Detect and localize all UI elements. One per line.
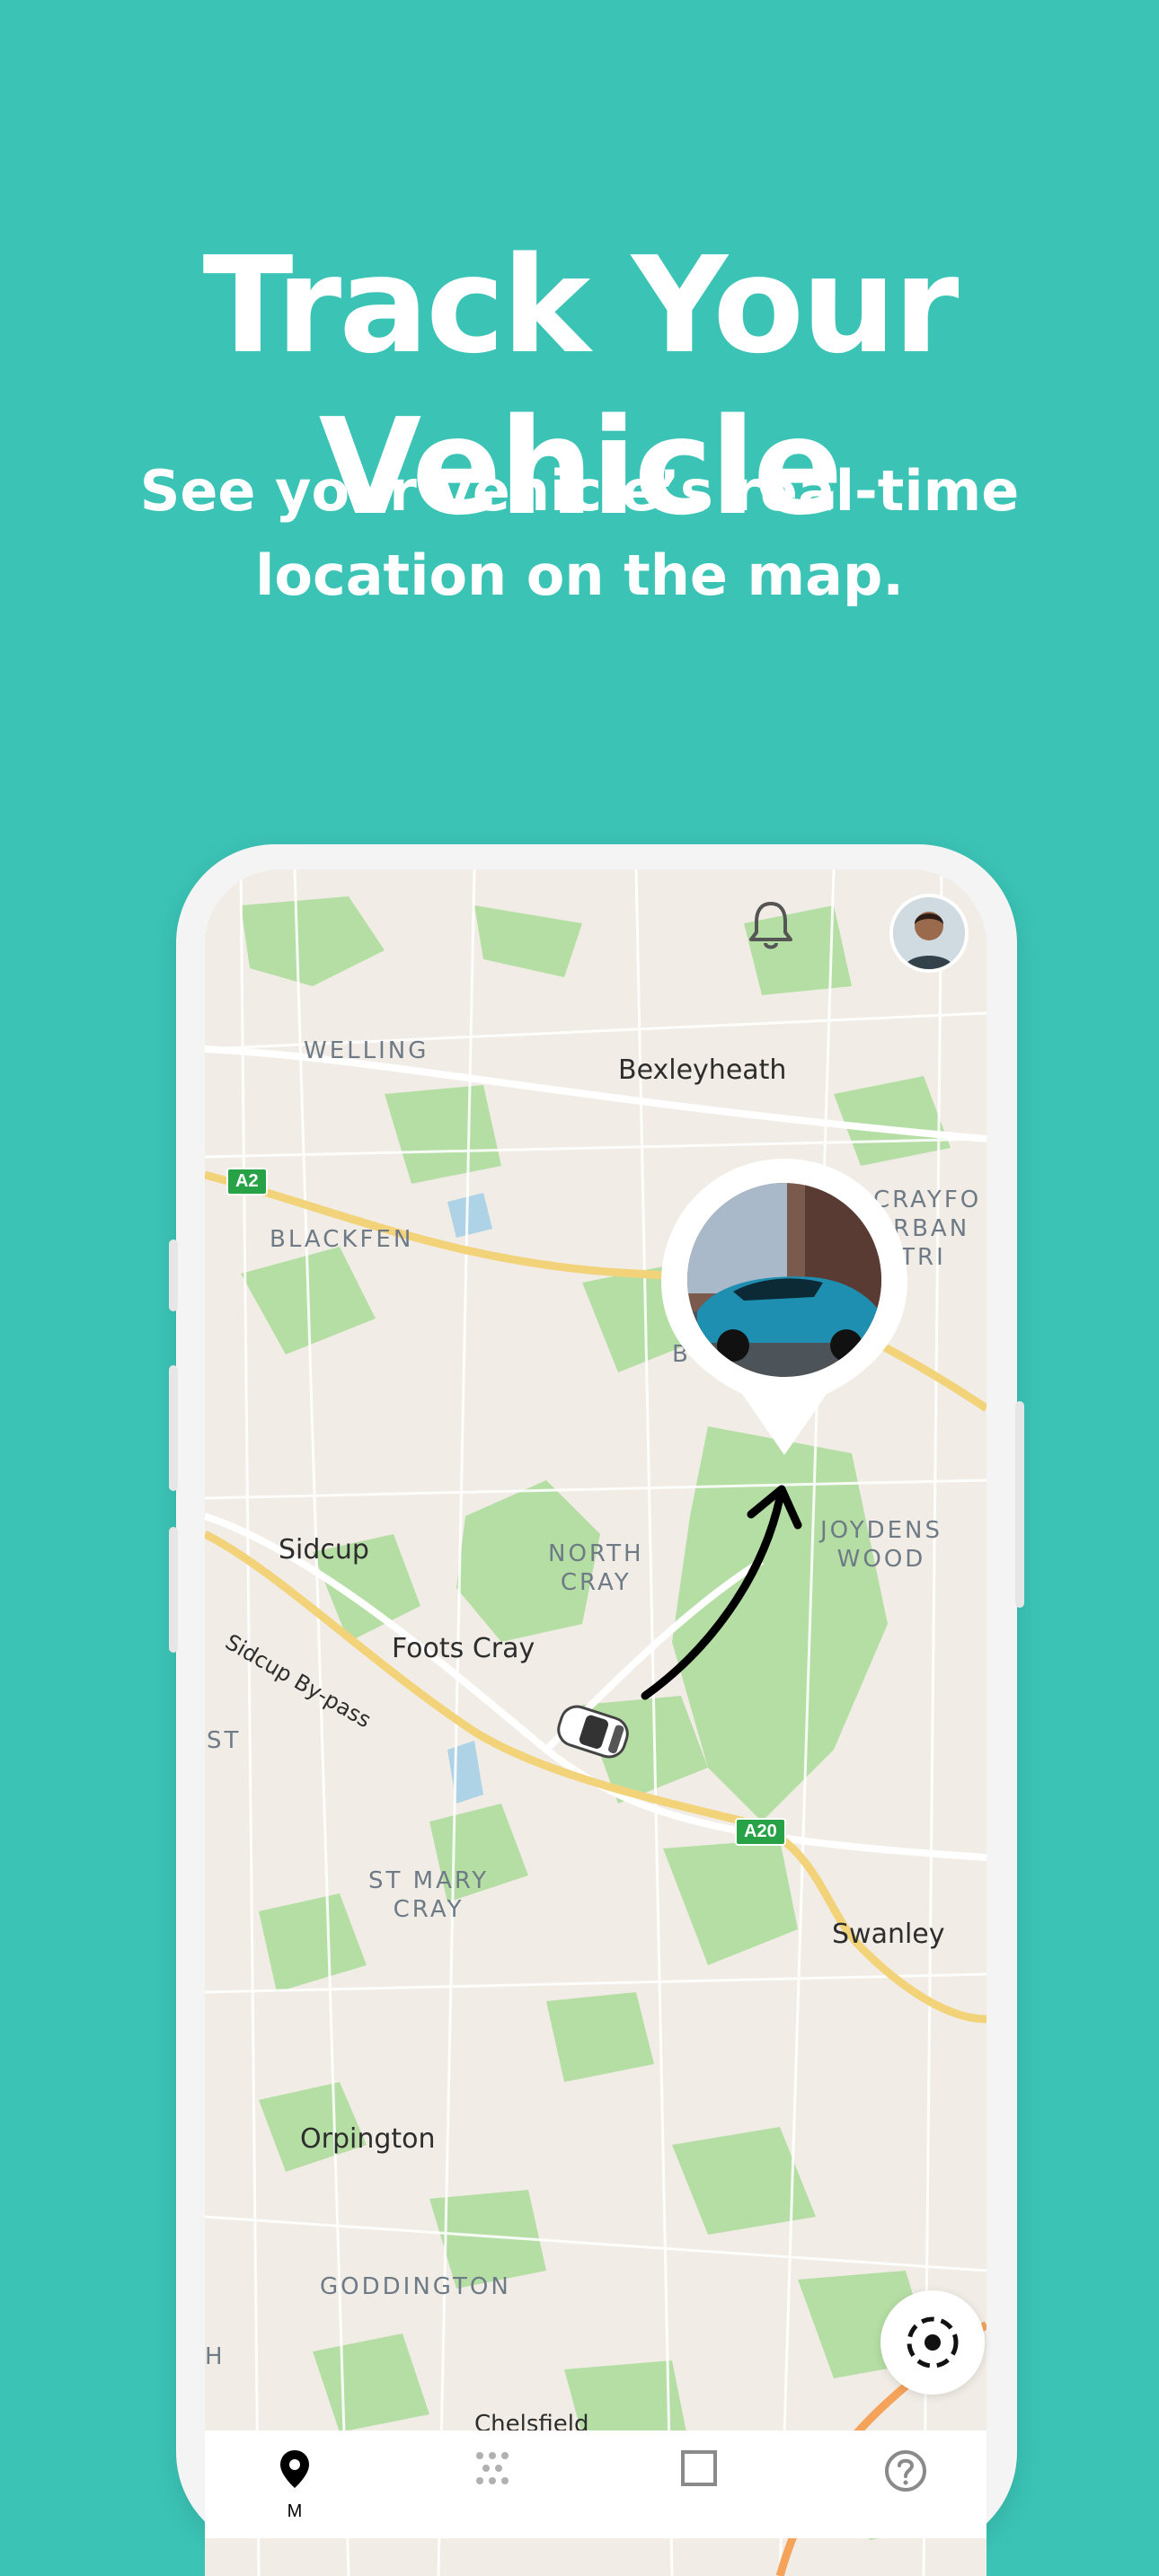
tab-grid[interactable] — [438, 2448, 546, 2492]
map-district-st-mary-cray: ST MARY CRAY — [368, 1867, 490, 1923]
grid-dots-icon — [476, 2452, 509, 2484]
map-place-orpington: Orpington — [300, 2123, 436, 2155]
tab-help[interactable] — [852, 2448, 960, 2498]
map-district-joydens-wood: JOYDENS WOOD — [820, 1517, 942, 1573]
map-pin-icon — [280, 2450, 309, 2488]
map-place-bexleyheath: Bexleyheath — [618, 1054, 787, 1086]
road-shield-a20: A20 — [735, 1818, 786, 1846]
vehicle-location-pin[interactable] — [661, 1159, 907, 1460]
map-screen[interactable]: WELLING Bexleyheath BLACKFEN CRAYFO URBA… — [205, 869, 986, 2576]
map-place-foots-cray: Foots Cray — [392, 1633, 535, 1664]
promo-subtitle-line1: See your vehicle’s real-time — [139, 458, 1020, 524]
avatar[interactable] — [889, 894, 969, 973]
promo-subtitle: See your vehicle’s real-time location on… — [90, 449, 1069, 618]
map-place-sidcup: Sidcup — [279, 1534, 369, 1566]
recenter-button[interactable] — [880, 2290, 985, 2395]
phone-volume-up — [169, 1365, 178, 1491]
map-canvas[interactable] — [205, 869, 986, 2576]
map-district-st: ST — [207, 1727, 242, 1754]
pin-icon — [661, 1159, 907, 1455]
help-icon — [885, 2450, 926, 2492]
map-district-welling: WELLING — [304, 1037, 429, 1064]
recenter-icon — [907, 2316, 959, 2369]
phone-power-button — [1015, 1401, 1024, 1608]
phone-volume-down — [169, 1527, 178, 1653]
tab-map-label: M — [287, 2501, 303, 2521]
tab-square[interactable] — [645, 2448, 753, 2492]
promo-subtitle-line2: location on the map. — [255, 543, 904, 608]
bell-icon[interactable] — [746, 898, 796, 957]
map-place-swanley: Swanley — [832, 1919, 945, 1950]
phone-frame: WELLING Bexleyheath BLACKFEN CRAYFO URBA… — [169, 844, 1024, 2576]
map-district-goddington: GODDINGTON — [320, 2273, 511, 2300]
map-district-north-cray: NORTH CRAY — [548, 1540, 644, 1596]
phone-side-button — [169, 1239, 178, 1311]
square-icon — [681, 2450, 717, 2486]
map-district-h: H — [205, 2343, 226, 2370]
road-shield-a2: A2 — [226, 1168, 268, 1195]
bottom-tab-bar: M — [205, 2430, 986, 2538]
map-district-blackfen: BLACKFEN — [270, 1226, 414, 1253]
